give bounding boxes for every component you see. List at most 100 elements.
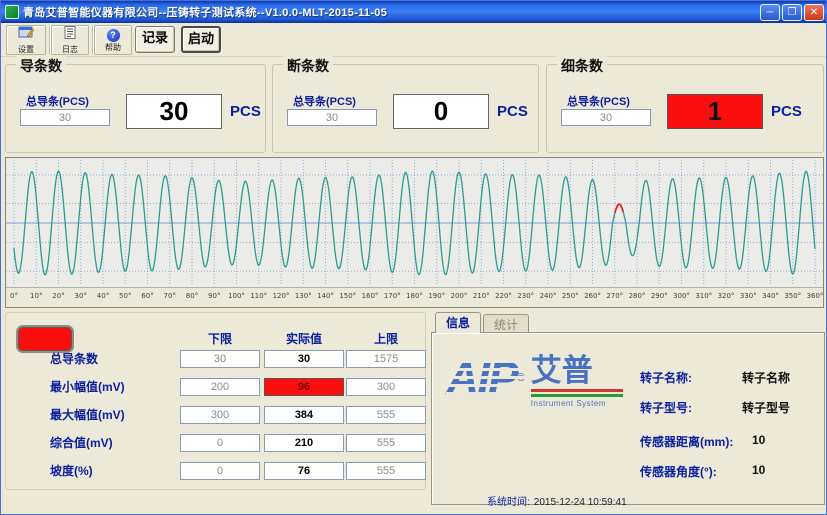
rotor-model-label: 转子型号: [640, 399, 742, 416]
broken-bar-group-title: 断条数 [283, 56, 333, 76]
fail-indicator-led [16, 325, 74, 353]
sensor-angle-row: 传感器角度(°): 10 [640, 463, 765, 480]
broken-bar-unit: PCS [497, 103, 528, 120]
rotor-name-value: 转子名称 [742, 369, 790, 386]
x-axis-tick-label: 90° [208, 292, 220, 300]
x-axis-tick-label: 280° [629, 292, 646, 300]
total-bars-label: 总导条(PCS) [567, 93, 630, 109]
broken-bar-group: 断条数 总导条(PCS) 0 PCS [272, 64, 539, 153]
total-bars-input[interactable] [287, 109, 377, 126]
minimize-button-icon[interactable]: ─ [760, 4, 780, 21]
sensor-distance-row: 传感器距离(mm): 10 [640, 433, 765, 450]
bar-count-group-title: 导条数 [16, 56, 66, 76]
titlebar: 青岛艾普智能仪器有限公司--压铸转子测试系统--V1.0.0-MLT-2015-… [1, 1, 827, 23]
x-axis-tick-label: 260° [584, 292, 601, 300]
results-panel: 下限 实际值 上限 总导条数 30 30 1575 最小幅值(mV) 200 9… [5, 312, 426, 490]
total-bars-label: 总导条(PCS) [26, 93, 89, 109]
help-label: 帮助 [105, 43, 121, 52]
x-axis-tick-label: 320° [718, 292, 735, 300]
upper-limit-cell[interactable]: 555 [346, 462, 426, 480]
waveform-chart: 0°10°20°30°40°50°60°70°80°90°100°110°120… [5, 157, 824, 308]
x-axis-tick-label: 100° [228, 292, 245, 300]
system-time: 系统时间:2015-12-24 10:59:41 [487, 493, 627, 508]
broken-bar-display: 0 [393, 94, 489, 129]
lower-limit-cell[interactable]: 0 [180, 434, 260, 452]
rotor-name-row: 转子名称: 转子名称 [640, 369, 790, 386]
actual-value-cell: 30 [264, 350, 344, 368]
x-axis-tick-label: 0° [10, 292, 18, 300]
lower-limit-cell[interactable]: 200 [180, 378, 260, 396]
x-axis-tick-label: 230° [517, 292, 534, 300]
actual-value-cell: 384 [264, 406, 344, 424]
aip-logo-chinese: 艾普 [531, 355, 623, 387]
x-axis-tick-label: 310° [695, 292, 712, 300]
upper-limit-cell[interactable]: 300 [346, 378, 426, 396]
info-panel: 信息 统计 AIP® 艾普 Instrument System 转子名称: 转子… [431, 312, 825, 505]
upper-limit-cell[interactable]: 555 [346, 406, 426, 424]
waveform-plot-area [6, 158, 823, 288]
x-axis-tick-label: 200° [451, 292, 468, 300]
lower-limit-cell[interactable]: 300 [180, 406, 260, 424]
x-axis-tick-label: 20° [52, 292, 64, 300]
sensor-angle-value: 10 [752, 463, 765, 480]
bar-count-unit: PCS [230, 103, 261, 120]
upper-limit-cell[interactable]: 1575 [346, 350, 426, 368]
app-window: 青岛艾普智能仪器有限公司--压铸转子测试系统--V1.0.0-MLT-2015-… [0, 0, 827, 515]
x-axis-tick-label: 140° [317, 292, 334, 300]
total-bars-input[interactable] [20, 109, 110, 126]
log-label: 日志 [62, 45, 78, 54]
close-button-icon[interactable]: ✕ [804, 4, 824, 21]
system-time-label: 系统时间: [487, 497, 530, 508]
sensor-distance-value: 10 [752, 433, 765, 450]
toolbar: 设置 日志 ? 帮助 记录 启动 [1, 23, 827, 57]
log-button[interactable]: 日志 [51, 25, 89, 55]
x-axis-tick-label: 160° [362, 292, 379, 300]
x-axis-tick-label: 130° [295, 292, 312, 300]
x-axis-tick-label: 50° [119, 292, 131, 300]
actual-value-header: 实际值 [264, 330, 344, 347]
actual-value-cell: 96 [264, 378, 344, 396]
total-bars-label: 总导条(PCS) [293, 93, 356, 109]
tab-info[interactable]: 信息 [435, 312, 481, 333]
result-row-label: 总导条数 [50, 350, 178, 368]
tab-statistics[interactable]: 统计 [483, 314, 529, 332]
actual-value-cell: 210 [264, 434, 344, 452]
registered-mark: ® [517, 372, 525, 384]
restore-button-icon[interactable]: ❐ [782, 4, 802, 21]
help-button[interactable]: ? 帮助 [94, 25, 132, 55]
x-axis-tick-label: 190° [428, 292, 445, 300]
lower-limit-cell[interactable]: 0 [180, 462, 260, 480]
start-button[interactable]: 启动 [181, 26, 221, 53]
bar-count-display: 30 [126, 94, 222, 129]
x-axis-tick-label: 30° [75, 292, 87, 300]
settings-icon [18, 26, 34, 44]
record-button[interactable]: 记录 [135, 26, 175, 53]
upper-limit-header: 上限 [346, 330, 426, 347]
app-icon [5, 5, 19, 19]
sensor-distance-label: 传感器距离(mm): [640, 433, 752, 450]
aip-logo: AIP® 艾普 Instrument System [446, 355, 623, 408]
lower-limit-cell[interactable]: 30 [180, 350, 260, 368]
sensor-angle-label: 传感器角度(°): [640, 463, 752, 480]
settings-button[interactable]: 设置 [6, 25, 46, 55]
bar-count-group: 导条数 总导条(PCS) 30 PCS [5, 64, 266, 153]
x-axis-tick-label: 210° [473, 292, 490, 300]
rotor-model-value: 转子型号 [742, 399, 790, 416]
upper-limit-cell[interactable]: 555 [346, 434, 426, 452]
x-axis-tick-label: 350° [784, 292, 801, 300]
help-icon: ? [107, 29, 120, 42]
x-axis-tick-label: 220° [495, 292, 512, 300]
waveform-svg [6, 158, 823, 288]
logo-subtitle: Instrument System [531, 399, 623, 408]
x-axis-tick-label: 70° [164, 292, 176, 300]
anomaly-trace [615, 204, 623, 213]
x-axis-tick-label: 330° [740, 292, 757, 300]
actual-value-cell: 76 [264, 462, 344, 480]
result-row-label: 最大幅值(mV) [50, 406, 178, 424]
toolbar-separator [92, 26, 93, 54]
total-bars-input[interactable] [561, 109, 651, 126]
thin-bar-display: 1 [667, 94, 763, 129]
x-axis-tick-label: 60° [141, 292, 153, 300]
x-axis-tick-label: 270° [606, 292, 623, 300]
x-axis-tick-label: 300° [673, 292, 690, 300]
